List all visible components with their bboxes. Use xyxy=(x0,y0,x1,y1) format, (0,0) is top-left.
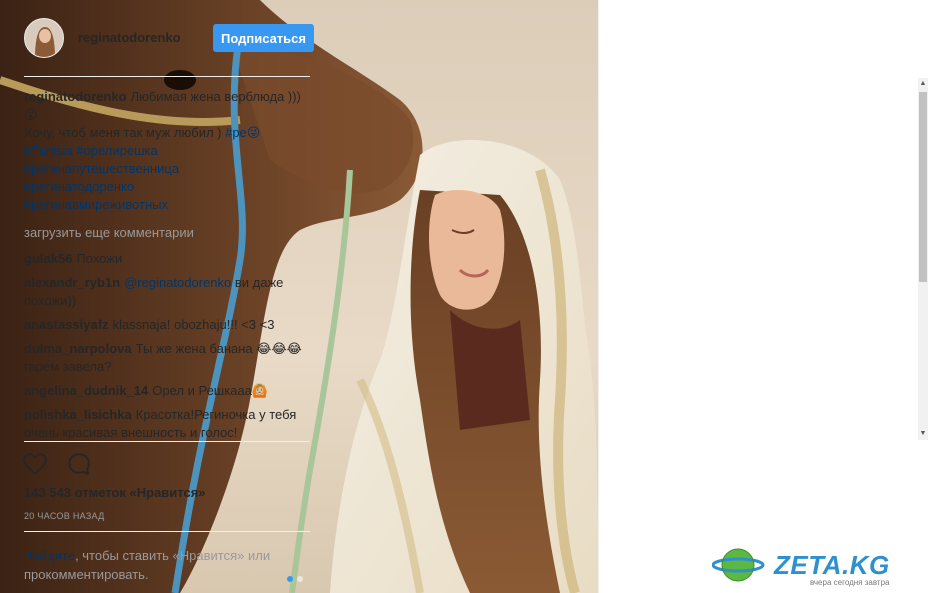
post-timestamp: 20 часов назад xyxy=(24,511,105,521)
load-more-comments-link[interactable]: загрузить еще комментарии xyxy=(24,224,314,242)
mention-link[interactable]: @reginatodorenko xyxy=(124,275,231,290)
caption-line2: Хочу, чтоб меня так муж любил ) xyxy=(24,125,226,140)
comment-item: alexandr_ryb1n @reginatodorenko ви даже п… xyxy=(24,274,314,310)
comment-username[interactable]: angelina_dudnik_14 xyxy=(24,383,148,398)
comment-username[interactable]: anastassiyafz xyxy=(24,317,109,332)
hashtag-link[interactable]: #регинавмиреживотных xyxy=(24,197,168,212)
avatar[interactable] xyxy=(24,17,64,58)
comment-item: angelina_dudnik_14 Орел и Решкааа🙆🏼 xyxy=(24,382,314,400)
comment-username[interactable]: gulak56 xyxy=(24,251,72,266)
comment-username[interactable]: polishka_lisichka xyxy=(24,407,132,422)
watermark-text: ZETA.KG xyxy=(774,549,890,580)
scrollbar-thumb[interactable] xyxy=(919,92,927,282)
scroll-up-arrow-icon[interactable]: ▲ xyxy=(919,80,927,88)
post-author-username[interactable]: reginatodorenko xyxy=(78,30,213,45)
caption-username[interactable]: reginatodorenko xyxy=(24,89,127,104)
caption: reginatodorenko Любимая жена верблюда )))… xyxy=(24,88,314,214)
actions-divider xyxy=(24,441,310,442)
heart-icon[interactable] xyxy=(22,451,48,480)
comments-scrollbar[interactable]: ▲ ▼ xyxy=(918,78,928,440)
comment-text: Похожи xyxy=(76,251,123,266)
comments-list: reginatodorenko Любимая жена верблюда )))… xyxy=(24,88,314,440)
watermark-logo: ZETA.KG вчера сегодня завтра xyxy=(712,540,922,590)
hashtag-link[interactable]: #орелирешка xyxy=(76,143,157,158)
watermark-subtitle: вчера сегодня завтра xyxy=(810,578,890,587)
avatar-image xyxy=(25,18,63,57)
comment-bubble-icon[interactable] xyxy=(66,451,92,480)
post-header: reginatodorenko Подписаться xyxy=(24,16,314,59)
post-side-panel xyxy=(598,0,928,593)
comment-text: klassnaja! obozhaju!!! <3 <3 xyxy=(112,317,275,332)
comment-item: polishka_lisichka Красотка!Региночка у те… xyxy=(24,406,314,440)
follow-button[interactable]: Подписаться xyxy=(212,23,314,52)
login-link[interactable]: Войдите xyxy=(24,548,75,563)
comment-username[interactable]: alexandr_ryb1n xyxy=(24,275,120,290)
comment-text: Орел и Решкааа🙆🏼 xyxy=(152,383,269,398)
login-prompt: Войдите, чтобы ставить «Нравится» или пр… xyxy=(24,546,314,584)
comment-item: anastassiyafz klassnaja! obozhaju!!! <3 <… xyxy=(24,316,314,334)
hashtag-link[interactable]: #регинапутешественница xyxy=(24,161,179,176)
scroll-down-arrow-icon[interactable]: ▼ xyxy=(919,430,927,438)
login-divider xyxy=(24,531,310,532)
hashtag-link[interactable]: #регинатодоренко xyxy=(24,179,134,194)
hashtag-link[interactable]: #Tunisia xyxy=(24,143,73,158)
globe-logo-icon xyxy=(712,548,765,582)
post-actions xyxy=(22,451,92,480)
hashtag-link[interactable]: #ре😜 xyxy=(225,125,260,140)
comment-item: dulma_narpolova Ты же жена банана 😂😂😂 гар… xyxy=(24,340,314,376)
comment-username[interactable]: dulma_narpolova xyxy=(24,341,132,356)
likes-count[interactable]: 143 543 отметок «Нравится» xyxy=(24,485,206,500)
comment-item: gulak56 Похожи xyxy=(24,250,314,268)
header-divider xyxy=(24,76,310,77)
